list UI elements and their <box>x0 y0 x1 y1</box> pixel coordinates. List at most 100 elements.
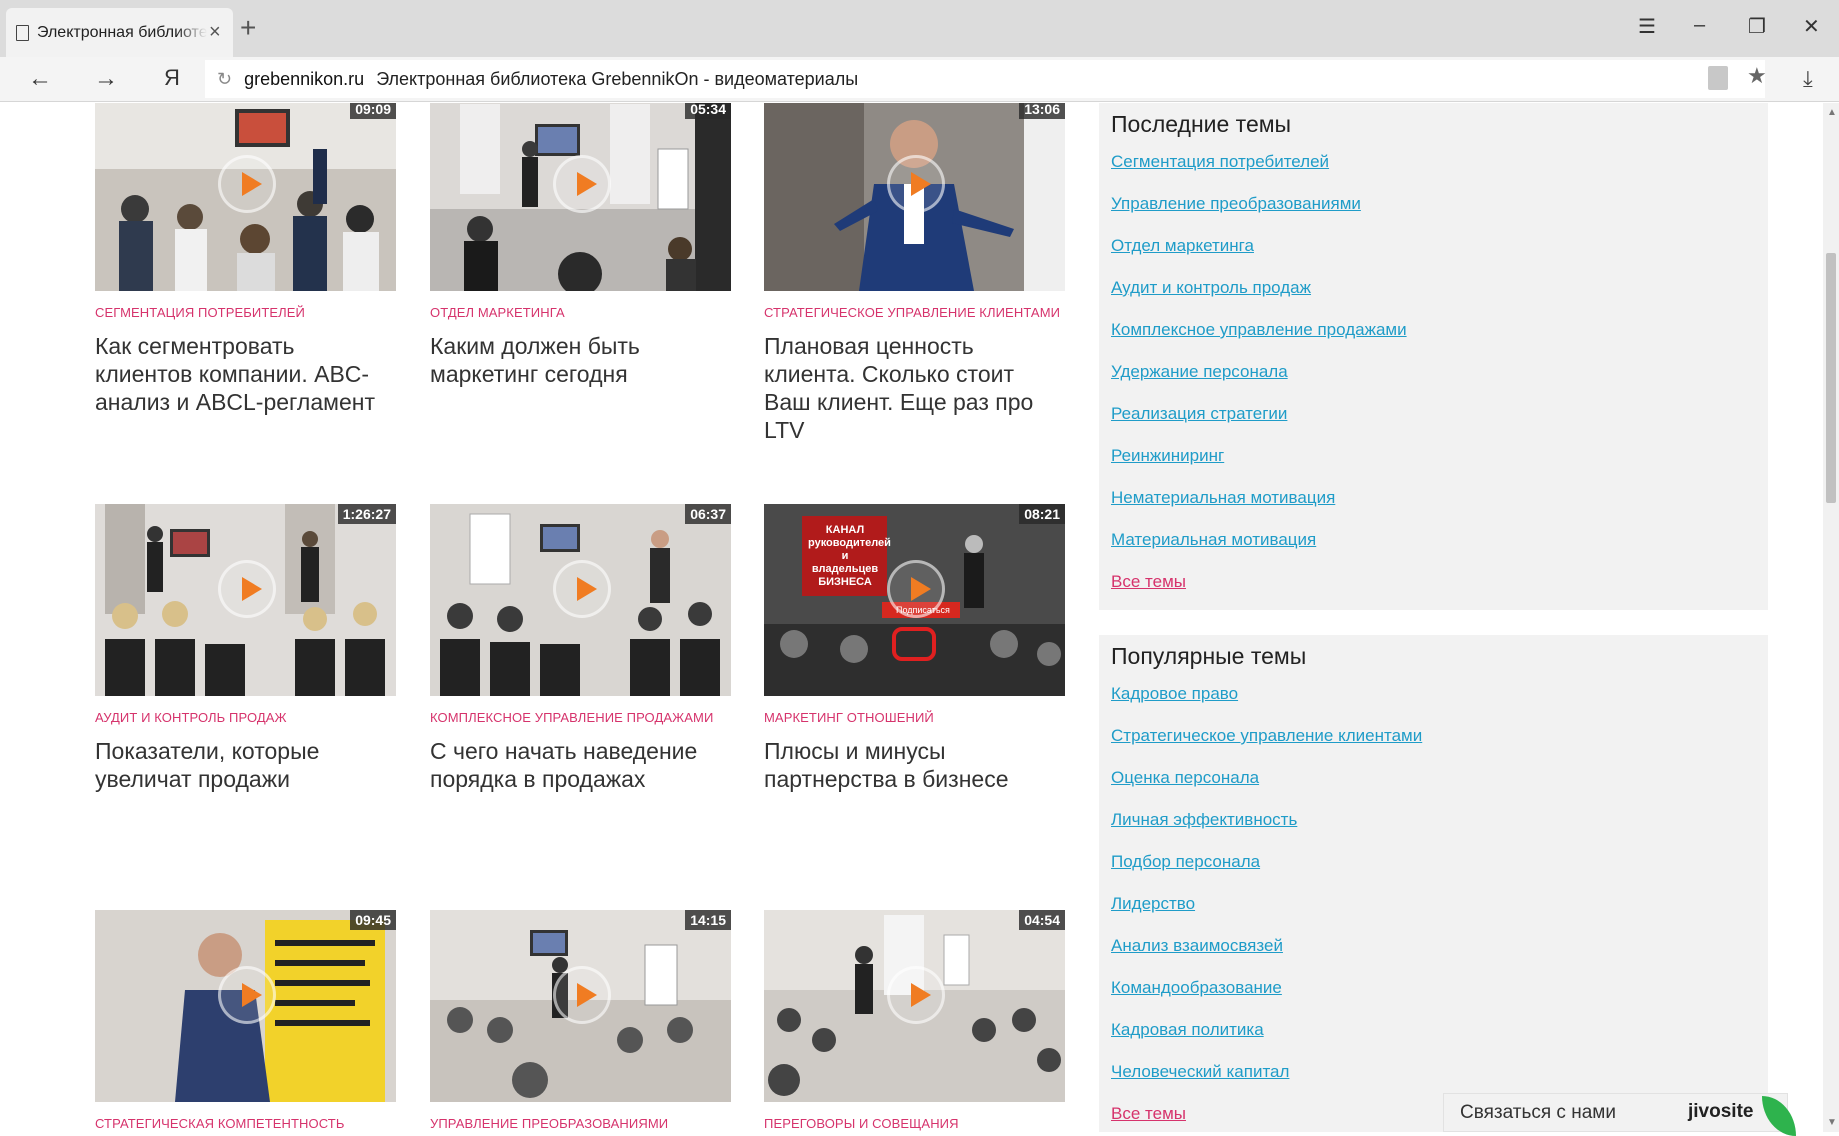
forward-arrow-icon[interactable]: → <box>94 65 118 93</box>
address-bar: ← → Я ↻ grebennikon.ru Электронная библи… <box>0 57 1839 102</box>
video-duration: 1:26:27 <box>337 504 396 524</box>
yandex-logo-icon[interactable]: Я <box>164 65 180 91</box>
video-category[interactable]: Маркетинг отношений <box>764 710 1065 725</box>
recent-topics-heading: Последние темы <box>1111 111 1292 137</box>
channel-overlay-text: КАНАЛ руководителей и владельцев БИЗНЕСА <box>808 524 891 588</box>
play-icon[interactable] <box>887 966 945 1024</box>
topic-link[interactable]: Оценка персонала <box>1111 768 1756 810</box>
video-category[interactable]: Переговоры и совещания <box>764 1116 1065 1131</box>
back-arrow-icon[interactable]: ← <box>28 65 52 93</box>
video-card[interactable]: 05:34 Отдел маркетинга Каким должен быть… <box>430 103 731 388</box>
video-category[interactable]: Управление преобразованиями <box>430 1116 731 1131</box>
play-icon[interactable] <box>553 966 611 1024</box>
video-category[interactable]: Стратегическая компетентность <box>95 1116 396 1131</box>
browser-tab-bar: Электронная библиотека GrebennikOn × + ☰… <box>0 0 1839 57</box>
video-card[interactable]: 13:06 Стратегическое управление клиентам… <box>764 103 1065 444</box>
restore-icon[interactable]: ❐ <box>1748 14 1766 39</box>
video-duration: 06:37 <box>685 504 731 524</box>
url-host: grebennikon.ru <box>244 68 365 89</box>
topic-link[interactable]: Реинжиниринг <box>1111 446 1756 488</box>
video-thumbnail[interactable]: 14:15 <box>430 910 731 1102</box>
topic-link[interactable]: Кадровая политика <box>1111 1020 1756 1062</box>
video-thumbnail[interactable]: КАНАЛ руководителей и владельцев БИЗНЕСА… <box>764 504 1065 696</box>
video-duration: 14:15 <box>685 910 731 930</box>
browser-tab[interactable]: Электронная библиотека GrebennikOn × <box>6 8 233 57</box>
video-card[interactable]: 06:37 Комплексное управление продажами С… <box>430 504 731 793</box>
video-category[interactable]: Стратегическое управление клиентами <box>764 305 1065 320</box>
play-icon[interactable] <box>887 155 945 213</box>
video-thumbnail[interactable]: 06:37 <box>430 504 731 696</box>
video-card[interactable]: 1:26:27 Аудит и контроль продаж Показате… <box>95 504 396 793</box>
video-thumbnail[interactable]: 09:09 <box>95 103 396 291</box>
video-title[interactable]: С чего начать наведение порядка в продаж… <box>430 737 731 793</box>
close-window-icon[interactable]: ✕ <box>1803 14 1820 39</box>
video-category[interactable]: Отдел маркетинга <box>430 305 731 320</box>
video-category[interactable]: Сегментация потребителей <box>95 305 396 320</box>
play-icon[interactable] <box>218 966 276 1024</box>
video-duration: 09:09 <box>350 103 396 119</box>
play-icon[interactable] <box>218 560 276 618</box>
scroll-down-icon[interactable]: ▼ <box>1827 1117 1837 1128</box>
page-scrollbar[interactable]: ▲ ▼ <box>1823 103 1839 1132</box>
video-thumbnail[interactable]: 13:06 <box>764 103 1065 291</box>
popular-topics-panel: Популярные темы Кадровое право Стратегич… <box>1099 635 1768 1132</box>
video-thumbnail[interactable]: 04:54 <box>764 910 1065 1102</box>
scrollbar-thumb[interactable] <box>1826 253 1836 503</box>
topic-link[interactable]: Сегментация потребителей <box>1111 152 1756 194</box>
page-viewport: 09:09 Сегментация потребителей Как сегме… <box>0 103 1823 1132</box>
video-title[interactable]: Каким должен быть маркетинг сегодня <box>430 332 731 388</box>
topic-link[interactable]: Командообразование <box>1111 978 1756 1020</box>
topic-link[interactable]: Анализ взаимосвязей <box>1111 936 1756 978</box>
topic-link[interactable]: Кадровое право <box>1111 684 1756 726</box>
lock-icon[interactable] <box>1708 66 1728 90</box>
chat-label[interactable]: Связаться с нами <box>1460 1102 1616 1124</box>
topic-link[interactable]: Подбор персонала <box>1111 852 1756 894</box>
play-icon[interactable] <box>553 560 611 618</box>
video-duration: 09:45 <box>350 910 396 930</box>
download-icon[interactable]: ⤓ <box>1803 66 1813 92</box>
video-title[interactable]: Плюсы и минусы партнерства в бизнесе <box>764 737 1065 793</box>
video-duration: 08:21 <box>1019 504 1065 524</box>
topic-link[interactable]: Лидерство <box>1111 894 1756 936</box>
new-tab-icon[interactable]: + <box>240 14 256 42</box>
topic-link[interactable]: Управление преобразованиями <box>1111 194 1756 236</box>
reload-icon[interactable]: ↻ <box>217 69 232 90</box>
video-card[interactable]: 14:15 Управление преобразованиями <box>430 910 731 1131</box>
page-icon <box>16 24 29 41</box>
video-category[interactable]: Комплексное управление продажами <box>430 710 731 725</box>
play-icon[interactable] <box>218 155 276 213</box>
url-field[interactable]: ↻ grebennikon.ru Электронная библиотека … <box>205 60 1765 98</box>
video-thumbnail[interactable]: 1:26:27 <box>95 504 396 696</box>
video-category[interactable]: Аудит и контроль продаж <box>95 710 396 725</box>
video-duration: 05:34 <box>685 103 731 119</box>
minimize-icon[interactable]: – <box>1694 14 1705 37</box>
topic-link[interactable]: Личная эффективность <box>1111 810 1756 852</box>
play-icon[interactable] <box>887 560 945 618</box>
popular-topics-heading: Популярные темы <box>1111 643 1307 669</box>
video-title[interactable]: Показатели, которые увеличат продажи <box>95 737 396 793</box>
video-thumbnail[interactable]: 05:34 <box>430 103 731 291</box>
video-card[interactable]: КАНАЛ руководителей и владельцев БИЗНЕСА… <box>764 504 1065 793</box>
topic-link[interactable]: Аудит и контроль продаж <box>1111 278 1756 320</box>
chat-widget[interactable]: Связаться с нами jivosite <box>1443 1093 1796 1136</box>
video-card[interactable]: 09:09 Сегментация потребителей Как сегме… <box>95 103 396 416</box>
tab-close-icon[interactable]: × <box>209 21 221 44</box>
scroll-up-icon[interactable]: ▲ <box>1827 107 1837 118</box>
video-card[interactable]: 09:45 Стратегическая компетентность <box>95 910 396 1131</box>
bookmark-star-icon[interactable]: ★ <box>1747 63 1767 89</box>
video-card[interactable]: 04:54 Переговоры и совещания <box>764 910 1065 1131</box>
topic-link[interactable]: Отдел маркетинга <box>1111 236 1756 278</box>
recent-topics-panel: Последние темы Сегментация потребителей … <box>1099 103 1768 610</box>
topic-link[interactable]: Комплексное управление продажами <box>1111 320 1756 362</box>
video-title[interactable]: Плановая ценность клиента. Сколько стоит… <box>764 332 1065 444</box>
menu-icon[interactable]: ☰ <box>1638 14 1656 39</box>
video-thumbnail[interactable]: 09:45 <box>95 910 396 1102</box>
topic-link[interactable]: Реализация стратегии <box>1111 404 1756 446</box>
all-topics-link[interactable]: Все темы <box>1111 572 1756 596</box>
video-title[interactable]: Как сегментровать клиентов компании. ABC… <box>95 332 396 416</box>
topic-link[interactable]: Материальная мотивация <box>1111 530 1756 572</box>
topic-link[interactable]: Удержание персонала <box>1111 362 1756 404</box>
topic-link[interactable]: Нематериальная мотивация <box>1111 488 1756 530</box>
play-icon[interactable] <box>553 155 611 213</box>
topic-link[interactable]: Стратегическое управление клиентами <box>1111 726 1756 768</box>
